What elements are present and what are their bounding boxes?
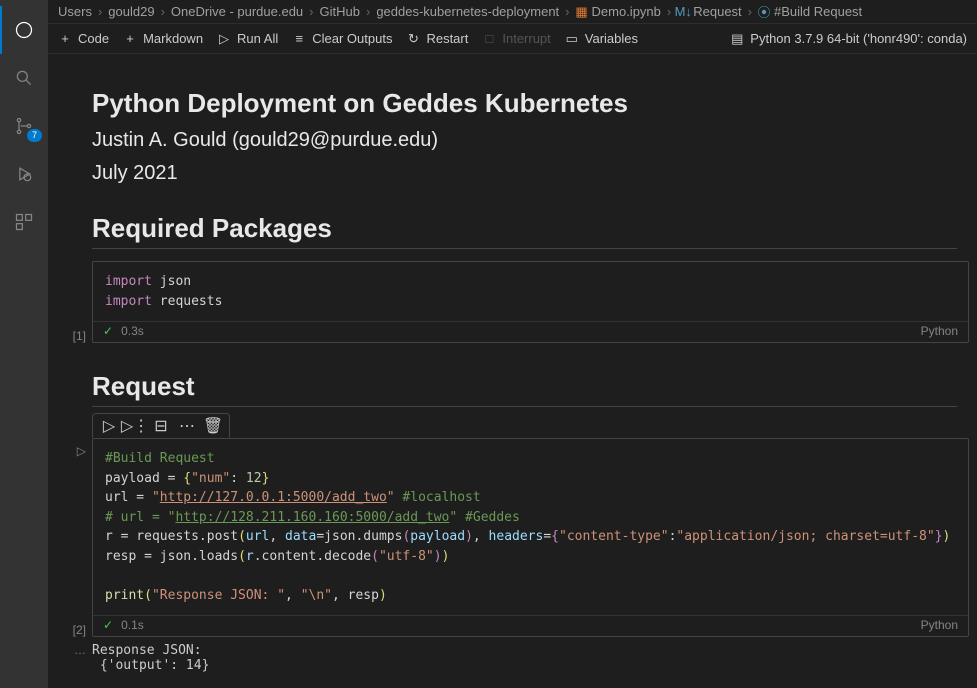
- run-cell-icon[interactable]: ▷: [77, 438, 86, 458]
- explorer-icon[interactable]: [0, 6, 48, 54]
- crumb[interactable]: Users: [58, 4, 92, 19]
- chevron-right-icon: ›: [161, 4, 165, 19]
- activity-bar: 7: [0, 0, 48, 688]
- run-all-button[interactable]: ▷Run All: [217, 31, 278, 46]
- code-body[interactable]: import json import requests: [93, 262, 968, 321]
- output-body: Response JSON: {'output': 14}: [92, 643, 969, 673]
- cell-lang[interactable]: Python: [921, 324, 958, 338]
- exec-count: [2]: [73, 623, 86, 637]
- code-cell-2[interactable]: ▷ [2] #Build Request payload = {"num": 1…: [48, 438, 969, 637]
- page-title: Python Deployment on Geddes Kubernetes: [92, 88, 957, 119]
- crumb[interactable]: geddes-kubernetes-deployment: [376, 4, 559, 19]
- crumb[interactable]: gould29: [108, 4, 154, 19]
- code-cell-1[interactable]: [1] import json import requests ✓ 0.3s Py…: [48, 261, 969, 343]
- clear-icon: ≡: [292, 32, 306, 46]
- python-icon: ⦿: [758, 6, 770, 18]
- section-heading: Required Packages: [92, 213, 957, 249]
- crumb-cell[interactable]: ⦿#Build Request: [758, 4, 862, 19]
- cell-output: … Response JSON: {'output': 14}: [48, 637, 977, 673]
- cell-lang[interactable]: Python: [921, 618, 958, 632]
- plus-icon: +: [123, 32, 137, 46]
- split-cell-icon[interactable]: ⊟: [153, 418, 169, 434]
- run-by-line-icon[interactable]: ▷⋮: [127, 418, 143, 434]
- source-control-icon[interactable]: 7: [0, 102, 48, 150]
- date-line: July 2021: [92, 162, 957, 185]
- notebook-icon: ▦: [576, 6, 588, 18]
- notebook-toolbar: +Code +Markdown ▷Run All ≡Clear Outputs …: [48, 24, 977, 54]
- chevron-right-icon: ›: [748, 4, 752, 19]
- add-markdown-button[interactable]: +Markdown: [123, 31, 203, 46]
- clear-outputs-button[interactable]: ≡Clear Outputs: [292, 31, 392, 46]
- extensions-icon[interactable]: [0, 198, 48, 246]
- author-line: Justin A. Gould (gould29@purdue.edu): [92, 129, 957, 152]
- chevron-right-icon: ›: [98, 4, 102, 19]
- variables-icon: ▭: [565, 32, 579, 46]
- chevron-right-icon: ›: [667, 4, 671, 19]
- output-label: …: [48, 643, 92, 673]
- check-icon: ✓: [103, 324, 113, 338]
- chevron-right-icon: ›: [309, 4, 313, 19]
- add-code-button[interactable]: +Code: [58, 31, 109, 46]
- crumb[interactable]: GitHub: [320, 4, 360, 19]
- cell-toolbar: ▷ ▷⋮ ⊟ ⋯ 🗑: [92, 413, 230, 438]
- debug-icon[interactable]: [0, 150, 48, 198]
- notebook-content: Python Deployment on Geddes Kubernetes J…: [48, 54, 977, 688]
- crumb[interactable]: OneDrive - purdue.edu: [171, 4, 303, 19]
- more-icon[interactable]: ⋯: [179, 418, 195, 434]
- scm-badge: 7: [27, 129, 42, 142]
- main-editor: Users › gould29 › OneDrive - purdue.edu › G…: [48, 0, 977, 688]
- variables-button[interactable]: ▭Variables: [565, 31, 638, 46]
- check-icon: ✓: [103, 618, 113, 632]
- delete-cell-icon[interactable]: 🗑: [205, 418, 221, 434]
- crumb-file[interactable]: ▦Demo.ipynb: [576, 4, 661, 19]
- run-all-icon: ▷: [217, 32, 231, 46]
- plus-icon: +: [58, 32, 72, 46]
- markdown-icon: M↓: [677, 6, 689, 18]
- restart-button[interactable]: ↻Restart: [406, 31, 468, 46]
- exec-time: 0.1s: [121, 618, 144, 632]
- server-icon: ▤: [730, 32, 744, 46]
- chevron-right-icon: ›: [565, 4, 569, 19]
- exec-count: [1]: [73, 329, 86, 343]
- code-body[interactable]: #Build Request payload = {"num": 12} url…: [93, 439, 968, 615]
- kernel-selector[interactable]: ▤Python 3.7.9 64-bit ('honr490': conda): [730, 31, 967, 46]
- section-heading: Request: [92, 371, 957, 407]
- exec-time: 0.3s: [121, 324, 144, 338]
- search-icon[interactable]: [0, 54, 48, 102]
- run-cell-icon[interactable]: ▷: [101, 418, 117, 434]
- chevron-right-icon: ›: [366, 4, 370, 19]
- interrupt-button[interactable]: □Interrupt: [482, 31, 550, 46]
- breadcrumb[interactable]: Users › gould29 › OneDrive - purdue.edu › G…: [48, 0, 977, 24]
- crumb-section[interactable]: M↓Request: [677, 4, 741, 19]
- interrupt-icon: □: [482, 32, 496, 46]
- restart-icon: ↻: [406, 32, 420, 46]
